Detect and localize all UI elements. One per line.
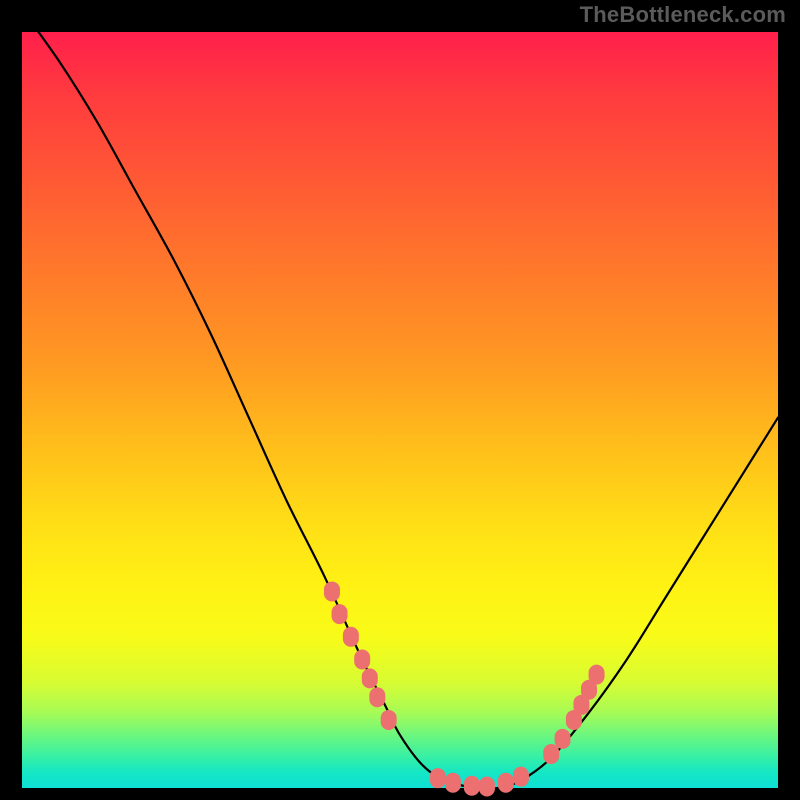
chart-frame — [14, 24, 786, 796]
highlight-dots — [324, 581, 605, 796]
highlight-dot — [362, 668, 378, 688]
highlight-dot — [543, 744, 559, 764]
highlight-dot — [381, 710, 397, 730]
highlight-dot — [479, 776, 495, 796]
highlight-dot — [464, 776, 480, 796]
highlight-dot — [498, 773, 514, 793]
highlight-dot — [354, 649, 370, 669]
highlight-dot — [332, 604, 348, 624]
chart-svg — [22, 32, 778, 788]
highlight-dot — [324, 581, 340, 601]
highlight-dot — [589, 665, 605, 685]
highlight-dot — [513, 767, 529, 787]
highlight-dot — [369, 687, 385, 707]
bottleneck-curve — [22, 9, 778, 789]
highlight-dot — [445, 773, 461, 793]
highlight-dot — [555, 729, 571, 749]
chart-plot-area — [22, 32, 778, 788]
highlight-dot — [343, 627, 359, 647]
highlight-dot — [430, 768, 446, 788]
